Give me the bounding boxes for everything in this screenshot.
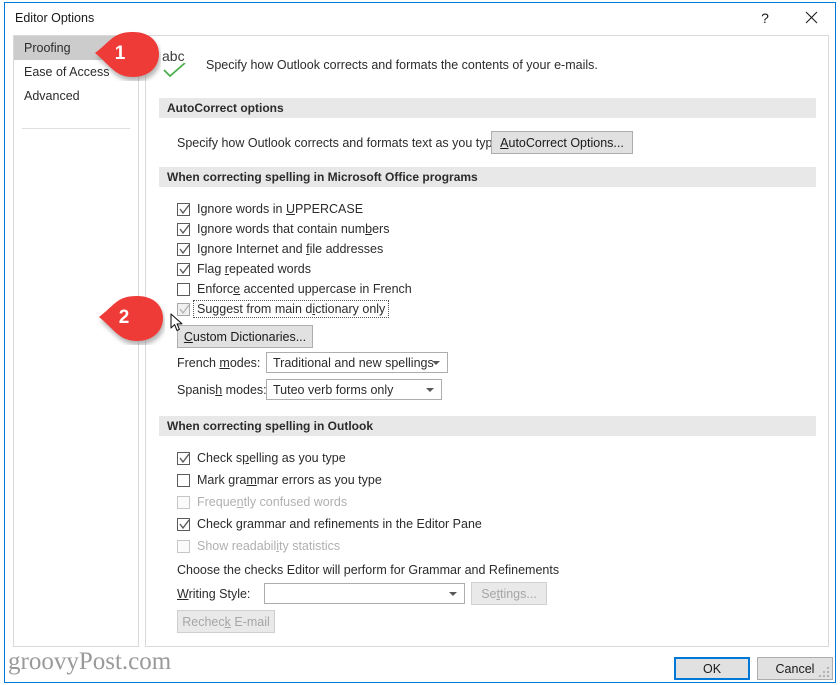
checkbox-label: Enforce accented uppercase in French <box>197 282 412 296</box>
checkbox-box <box>177 263 190 276</box>
resize-grip[interactable] <box>819 667 830 678</box>
checkbox-box <box>177 518 190 531</box>
callout-number: 2 <box>118 307 130 328</box>
checkbox-label: Ignore Internet and file addresses <box>197 242 384 256</box>
proofing-panel: abc Specify how Outlook corrects and for… <box>145 35 829 647</box>
checkbox-box <box>177 540 190 553</box>
sidebar-item-label: Advanced <box>24 89 80 103</box>
chevron-down-icon <box>432 361 440 365</box>
checkbox-box <box>177 283 190 296</box>
callout-marker-2: 2 <box>97 293 165 345</box>
checkbox-label: Mark grammar errors as you type <box>197 473 382 487</box>
checkbox-box <box>177 203 190 216</box>
mouse-cursor <box>170 313 184 338</box>
help-icon[interactable]: ? <box>743 3 787 32</box>
checkbox-label: Check grammar and refinements in the Edi… <box>197 517 482 531</box>
sidebar-item-advanced[interactable]: Advanced <box>14 84 138 108</box>
cancel-button-label: Cancel <box>775 661 815 676</box>
chevron-down-icon <box>449 592 457 596</box>
ok-button-label: OK <box>702 661 722 676</box>
checkbox-label: Check spelling as you type <box>197 451 346 465</box>
autocorrect-description: Specify how Outlook corrects and formats… <box>177 136 503 150</box>
recheck-email-button[interactable]: Recheck E-mail <box>177 610 275 633</box>
choose-checks-text: Choose the checks Editor will perform fo… <box>177 563 560 577</box>
abc-text: abc <box>162 48 185 64</box>
chevron-down-icon <box>426 388 434 392</box>
french-modes-value: Traditional and new spellings <box>273 356 434 370</box>
callout-number: 1 <box>114 43 126 64</box>
nav-separator <box>22 128 130 129</box>
cursor-arrow-icon <box>170 313 183 332</box>
green-check-icon <box>163 63 186 78</box>
spanish-modes-label: Spanish modes: <box>177 383 267 397</box>
watermark: groovyPost.com <box>8 648 172 675</box>
french-modes-combo[interactable]: Traditional and new spellings <box>266 352 448 373</box>
panel-description: Specify how Outlook corrects and formats… <box>206 58 598 72</box>
writing-style-combo[interactable] <box>264 583 465 604</box>
spellcheck-abc-icon: abc <box>162 48 196 82</box>
checkbox-box <box>177 452 190 465</box>
checkbox-label: Show readability statistics <box>197 539 341 553</box>
checkbox-box <box>177 223 190 236</box>
custom-dictionaries-button[interactable]: Custom Dictionaries... <box>177 325 313 348</box>
autocorrect-group-header: AutoCorrect options <box>159 98 816 118</box>
outlook-group-header: When correcting spelling in Outlook <box>159 416 816 436</box>
checkbox-box <box>177 474 190 487</box>
checkbox-label: Ignore words that contain numbers <box>197 222 390 236</box>
checkbox-label: Flag repeated words <box>197 262 311 276</box>
autocorrect-options-button[interactable]: AutoCorrect Options... <box>491 131 633 154</box>
window-title: Editor Options <box>15 11 95 25</box>
spanish-modes-combo[interactable]: Tuteo verb forms only <box>266 379 442 400</box>
checkbox-box <box>177 496 190 509</box>
close-button[interactable] <box>789 3 833 32</box>
checkbox-label: Ignore words in UPPERCASE <box>197 202 364 216</box>
checkbox-label: Frequently confused words <box>197 495 348 509</box>
close-icon <box>805 11 817 24</box>
writing-style-label: Writing Style: <box>177 587 251 601</box>
sidebar-item-label: Proofing <box>24 41 71 55</box>
settings-button[interactable]: Settings... <box>471 582 547 605</box>
callout-marker-1: 1 <box>93 29 161 81</box>
office-group-header: When correcting spelling in Microsoft Of… <box>159 167 816 187</box>
ok-button[interactable]: OK <box>674 657 750 680</box>
spanish-modes-value: Tuteo verb forms only <box>273 383 394 397</box>
question-mark-icon: ? <box>761 10 769 26</box>
svg-text:?: ? <box>761 10 769 26</box>
checkbox-box <box>177 243 190 256</box>
checkbox-label: Suggest from main dictionary only <box>192 300 390 318</box>
french-modes-label: French modes: <box>177 356 261 370</box>
